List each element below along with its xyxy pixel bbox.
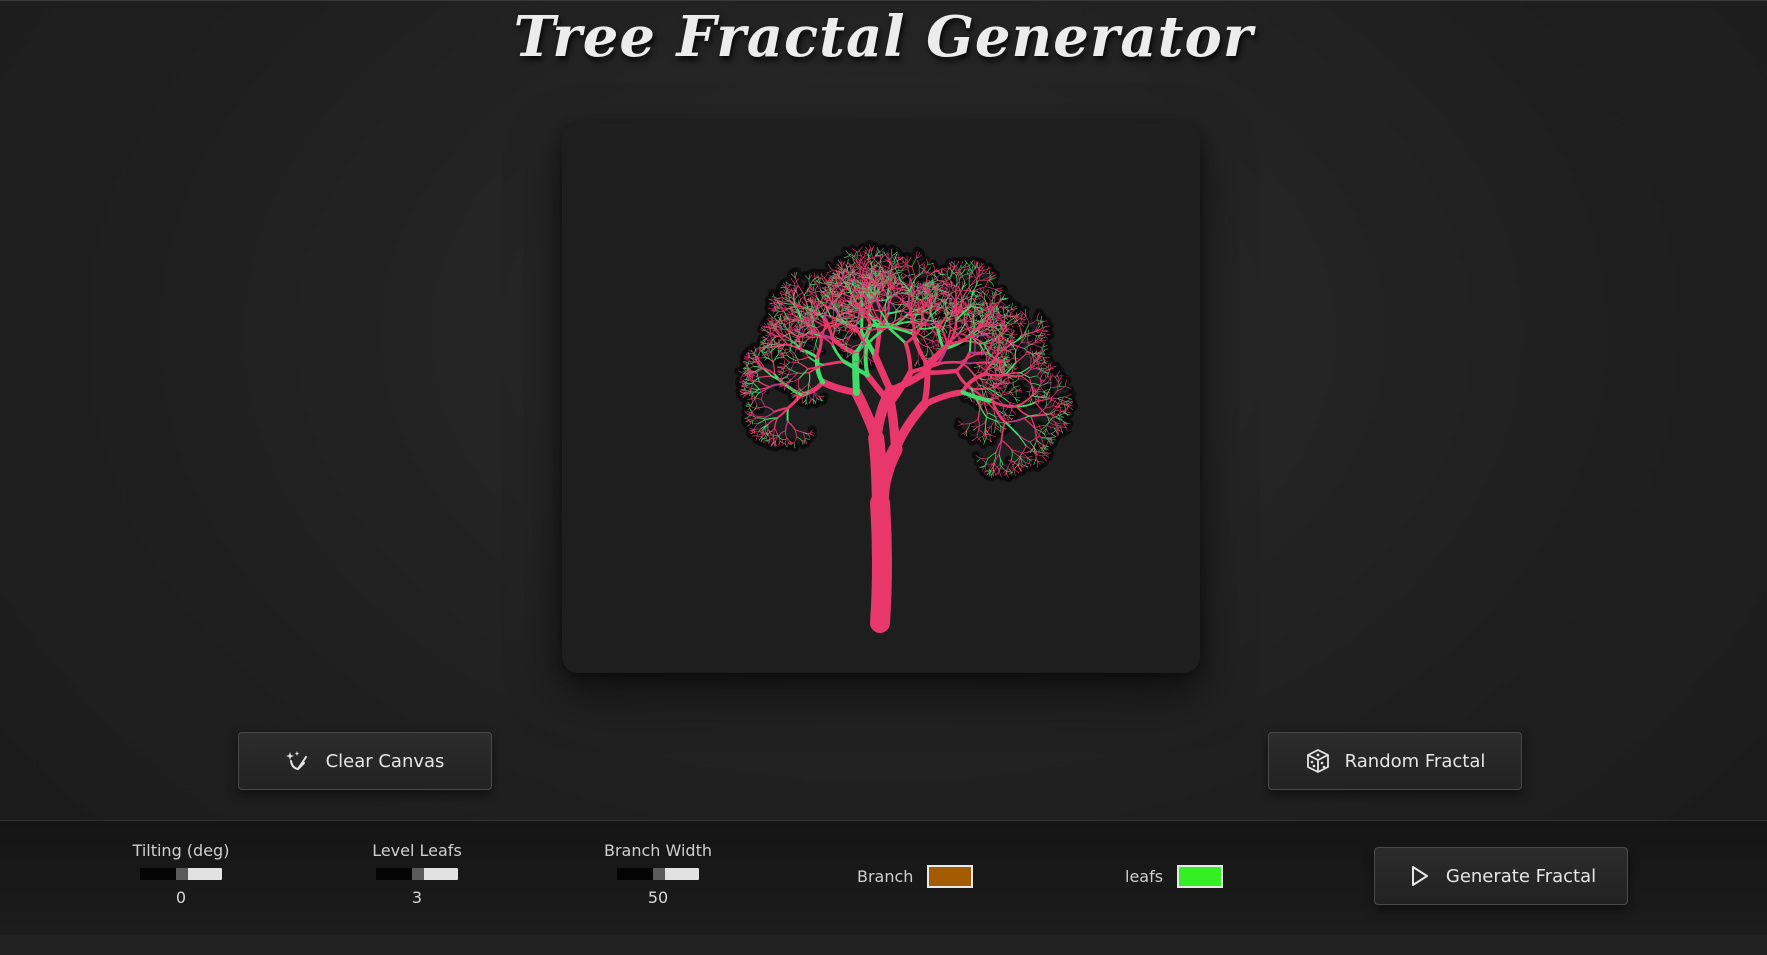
level-leafs-label: Level Leafs [372,841,462,860]
bottom-strip [0,935,1767,955]
page-title: Tree Fractal Generator [513,4,1254,70]
brush-sparkle-icon [285,748,312,774]
generate-fractal-button[interactable]: Generate Fractal [1374,847,1628,905]
clear-canvas-button[interactable]: Clear Canvas [238,732,492,790]
random-fractal-button[interactable]: Random Fractal [1268,732,1522,790]
leafs-color-picker[interactable] [1177,865,1224,888]
clear-canvas-label: Clear Canvas [325,750,445,772]
level-leafs-control: Level Leafs 3 [347,841,487,907]
branch-width-label: Branch Width [603,841,712,860]
dice-icon [1305,748,1331,774]
branch-color-picker[interactable] [927,865,974,888]
branch-color-label: Branch [857,867,914,886]
random-fractal-label: Random Fractal [1344,750,1486,772]
branch-width-control: Branch Width 50 [588,841,728,907]
tilting-slider[interactable] [140,868,222,880]
tilting-control: Tilting (deg) 0 [111,841,251,907]
top-border [0,0,1767,1]
fractal-tree-drawing [734,239,1079,633]
fractal-canvas[interactable] [562,123,1200,673]
generate-fractal-label: Generate Fractal [1445,865,1597,887]
level-leafs-value: 3 [411,888,423,907]
tilting-value: 0 [175,888,187,907]
play-icon [1406,863,1432,889]
branch-color-control: Branch [857,865,974,888]
leafs-color-control: leafs [1125,865,1224,888]
leafs-color-label: leafs [1125,867,1164,886]
tilting-label: Tilting (deg) [132,841,230,860]
branch-width-slider[interactable] [617,868,699,880]
branch-width-value: 50 [647,888,669,907]
level-leafs-slider[interactable] [376,868,458,880]
